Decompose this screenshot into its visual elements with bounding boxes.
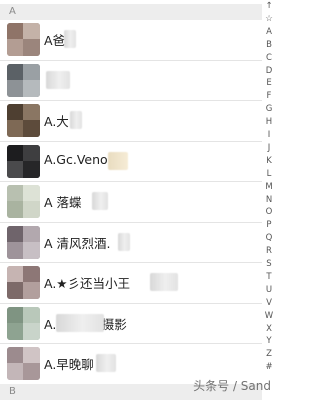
index-letter[interactable]: ☆ — [263, 13, 275, 25]
contact-row[interactable]: A 落蝶 — [0, 182, 262, 223]
contact-name: A 落蝶 — [44, 195, 82, 210]
contact-name: A.Gc.Veno — [44, 151, 108, 167]
blurred-name-mosaic — [150, 273, 178, 291]
index-letter[interactable]: G — [263, 103, 275, 115]
contact-name: A 清风烈酒. — [44, 235, 111, 251]
index-letter[interactable]: M — [263, 181, 275, 193]
index-letter[interactable]: O — [263, 206, 275, 218]
contact-row[interactable]: A. 也 美食摄影 — [0, 304, 262, 344]
index-letter[interactable]: D — [263, 65, 275, 77]
avatar — [7, 347, 40, 380]
contact-row[interactable]: A.大 — [0, 101, 262, 142]
index-letter[interactable]: T — [263, 271, 275, 283]
index-letter[interactable]: K — [263, 155, 275, 167]
index-letter[interactable]: W — [263, 310, 275, 322]
blurred-name-mosaic — [96, 354, 116, 372]
avatar — [7, 225, 40, 259]
avatar — [7, 63, 40, 97]
index-letter[interactable]: U — [263, 284, 275, 296]
index-letter[interactable]: F — [263, 90, 275, 102]
blurred-name-mosaic — [70, 111, 82, 129]
contact-row[interactable]: A爸 — [0, 20, 262, 61]
index-letter[interactable]: I — [263, 129, 275, 141]
contact-name: A.大 — [44, 114, 69, 129]
watermark-text: 头条号 / Sand — [193, 379, 271, 393]
alphabet-index-bar[interactable]: ↑ ☆ A B C D E F G H I J K L M N O P Q R S T U V W X Y Z # — [262, 0, 279, 400]
section-header-a: A — [0, 4, 262, 20]
index-letter[interactable]: C — [263, 52, 275, 64]
avatar — [7, 104, 40, 137]
section-header-letter: B — [9, 386, 16, 397]
avatar — [7, 306, 40, 340]
contact-name: A.早晚聊 — [44, 357, 94, 372]
contact-name: A爸 — [44, 33, 66, 48]
avatar — [7, 266, 40, 299]
blurred-name-mosaic — [108, 151, 128, 170]
contact-name: A.★彡还当小王 — [44, 276, 131, 291]
index-letter[interactable]: A — [263, 26, 275, 38]
index-letter[interactable]: X — [263, 323, 275, 335]
blurred-name-mosaic — [56, 313, 104, 332]
index-letter[interactable]: L — [263, 168, 275, 180]
index-letter[interactable]: Y — [263, 335, 275, 347]
contact-row[interactable]: A.Gc.Veno — [0, 142, 262, 182]
index-letter[interactable]: E — [263, 77, 275, 89]
contact-row[interactable] — [0, 61, 262, 101]
index-letter[interactable]: H — [263, 116, 275, 128]
index-letter[interactable]: B — [263, 39, 275, 51]
index-letter[interactable]: P — [263, 219, 275, 231]
contact-row[interactable]: A.★彡还当小王 — [0, 263, 262, 304]
index-letter[interactable]: Q — [263, 232, 275, 244]
index-letter[interactable]: R — [263, 245, 275, 257]
index-letter[interactable]: V — [263, 297, 275, 309]
contact-row[interactable]: A 清风烈酒. — [0, 223, 262, 263]
blurred-name-mosaic — [64, 30, 76, 48]
blurred-name-mosaic — [46, 70, 70, 89]
index-letter[interactable]: N — [263, 194, 275, 206]
index-letter[interactable]: ↑ — [263, 0, 275, 12]
index-letter[interactable]: S — [263, 258, 275, 270]
avatar — [7, 144, 40, 178]
index-letter[interactable]: # — [263, 361, 275, 373]
blurred-name-mosaic — [118, 232, 130, 251]
contact-list[interactable]: A爸 A.大 A.Gc.Veno A 落蝶 A 清风烈酒. A.★彡还当小王 A… — [0, 20, 262, 385]
avatar — [7, 185, 40, 218]
section-header-letter: A — [9, 6, 16, 17]
avatar — [7, 23, 40, 56]
index-letter[interactable]: Z — [263, 348, 275, 360]
blurred-name-mosaic — [92, 192, 108, 210]
index-letter[interactable]: J — [263, 142, 275, 154]
